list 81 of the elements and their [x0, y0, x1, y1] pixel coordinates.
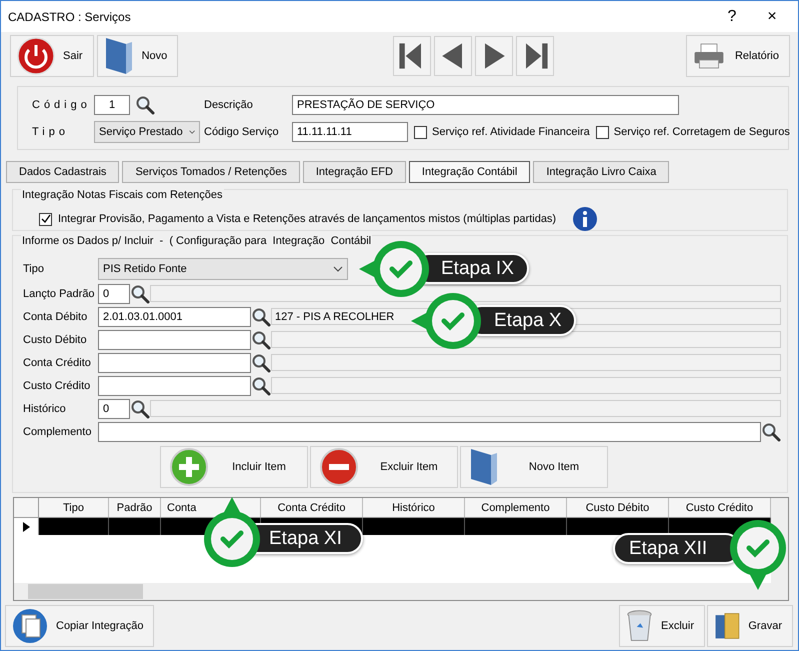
account-field[interactable] [98, 376, 251, 396]
field-label: Custo Crédito [23, 380, 92, 392]
complement-field[interactable] [98, 422, 761, 442]
window-title: CADASTRO : Serviços [8, 10, 132, 24]
code-field[interactable]: 0 [98, 398, 130, 418]
field-label: Descrição [204, 99, 254, 111]
search-icon[interactable] [251, 306, 271, 326]
search-icon[interactable] [130, 284, 150, 304]
action-button[interactable]: Excluir Item [310, 446, 458, 488]
tab[interactable]: Integração Livro Caixa [533, 161, 670, 183]
tab[interactable]: Serviços Tomados / Retenções [122, 161, 300, 183]
field-label: Complemento [23, 426, 92, 438]
checkbox[interactable] [596, 126, 609, 138]
account-field[interactable] [98, 330, 251, 350]
code-field[interactable]: 1 [94, 95, 130, 115]
copy-document-icon [12, 608, 48, 644]
group-title: Informe os Dados p/ Incluir - ( Configuração para Integração Contábil [21, 235, 372, 247]
info-icon[interactable] [572, 206, 598, 232]
checkbox[interactable] [414, 126, 427, 138]
service-code-field[interactable]: 11.11.11.11 [292, 122, 408, 142]
column-header[interactable]: Custo Débito [586, 502, 650, 514]
power-icon [17, 37, 55, 75]
field-label: Conta Crédito [23, 356, 92, 368]
search-icon[interactable] [251, 330, 271, 350]
field-label: Histórico [23, 402, 67, 414]
search-icon[interactable] [761, 422, 781, 442]
toolbar-button[interactable]: Novo [96, 35, 178, 77]
search-icon[interactable] [130, 398, 150, 418]
field-label: Código Serviço [204, 126, 280, 138]
checkbox-label: Serviço ref. Atividade Financeira [432, 126, 590, 138]
check-pin-icon [411, 293, 481, 349]
report-button[interactable]: Relatório [686, 35, 790, 77]
group-title: Integração Notas Fiscais com Retenções [21, 189, 224, 201]
navigation-button[interactable] [475, 36, 514, 76]
type-dropdown[interactable]: Serviço Prestado [94, 121, 200, 143]
field-label: Custo Débito [23, 334, 88, 346]
close-button[interactable]: × [752, 8, 792, 26]
checkbox[interactable] [39, 212, 52, 226]
tab[interactable]: Integração EFD [302, 161, 406, 183]
description-field[interactable]: PRESTAÇÃO DE SERVIÇO [292, 95, 679, 115]
plus-icon [169, 447, 209, 487]
navigation-button[interactable] [516, 36, 554, 76]
field-label: Lançto Padrão [23, 288, 96, 300]
search-icon[interactable] [251, 376, 271, 396]
copy-button[interactable]: Copiar Integração [5, 605, 154, 647]
checkbox-label: Integrar Provisão, Pagamento a Vista e Retenções através de lançamentos mistos (múltiplas partidas) [58, 213, 556, 225]
column-header[interactable]: Conta [167, 502, 196, 514]
book-icon [104, 36, 134, 76]
search-icon[interactable] [135, 95, 155, 115]
column-header[interactable]: Conta Crédito [278, 502, 346, 514]
tab[interactable]: Dados Cadastrais [6, 161, 120, 183]
minus-icon [319, 447, 359, 487]
footer-button[interactable]: Gravar [707, 605, 793, 647]
book-icon [469, 447, 499, 487]
column-header[interactable]: Tipo [63, 502, 84, 514]
toolbar-button[interactable]: Sair [10, 35, 94, 77]
action-button[interactable]: Incluir Item [160, 446, 308, 488]
row-pointer-icon [22, 522, 30, 532]
footer-button[interactable]: Excluir [619, 605, 705, 647]
action-button[interactable]: Novo Item [460, 446, 608, 488]
search-icon[interactable] [251, 352, 271, 372]
field-label: Conta Débito [23, 310, 88, 322]
field-label: Código [32, 99, 92, 111]
field-label: Tipo [23, 263, 45, 275]
chevron-icon [333, 266, 343, 272]
account-field[interactable] [98, 352, 251, 372]
help-button[interactable]: ? [712, 8, 752, 26]
navigation-button[interactable] [434, 36, 472, 76]
account-field[interactable]: 2.01.03.01.0001 [98, 306, 251, 326]
column-header[interactable]: Histórico [392, 502, 435, 514]
checkbox-label: Serviço ref. Corretagem de Seguros [614, 126, 790, 138]
column-header[interactable]: Custo Crédito [686, 502, 754, 514]
navigation-button[interactable] [393, 36, 432, 76]
column-header[interactable]: Complemento [481, 502, 550, 514]
chevron-icon [188, 129, 195, 135]
field-label: Tipo [32, 126, 70, 138]
tab[interactable]: Integração Contábil [408, 161, 530, 183]
code-field[interactable]: 0 [98, 284, 130, 304]
type-dropdown[interactable]: PIS Retido Fonte [98, 258, 348, 280]
horizontal-scrollbar[interactable] [14, 583, 788, 600]
column-header[interactable]: Padrão [116, 502, 152, 514]
